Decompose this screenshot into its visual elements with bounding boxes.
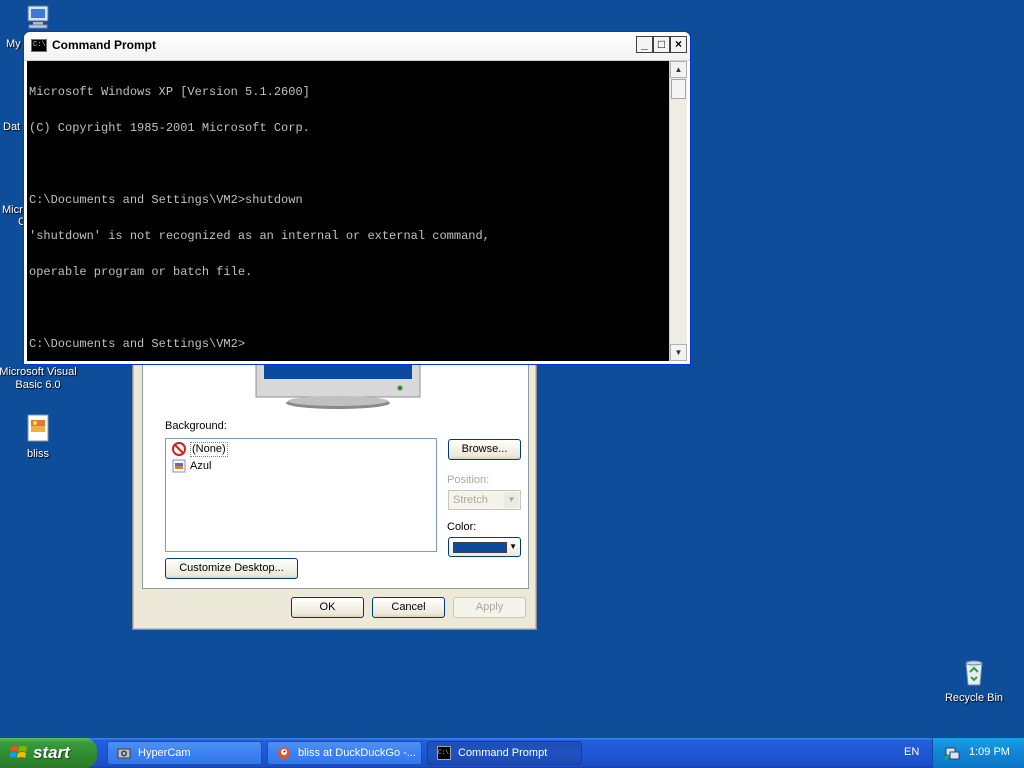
cancel-button[interactable]: Cancel	[372, 597, 445, 618]
desktop-icon-vb6[interactable]: Microsoft Visual Basic 6.0	[0, 366, 78, 392]
desktop[interactable]: My Dat Micro C Microsoft Visual Basic 6.…	[0, 0, 1024, 768]
desktop-icon-recycle-bin[interactable]: Recycle Bin	[934, 656, 1014, 705]
arrow-up-icon: ▲	[674, 65, 683, 74]
windows-logo-icon	[9, 745, 28, 761]
taskbar-item-label: bliss at DuckDuckGo -...	[298, 747, 416, 759]
taskbar: start HyperCam bliss at DuckDuckGo -... …	[0, 738, 1024, 768]
vertical-scrollbar[interactable]: ▲ ▼	[669, 61, 687, 361]
list-item-label: (None)	[190, 441, 228, 457]
language-indicator[interactable]: EN	[904, 746, 919, 758]
console-line: Microsoft Windows XP [Version 5.1.2600]	[29, 85, 310, 99]
start-button[interactable]: start	[0, 738, 97, 768]
console-line: C:\Documents and Settings\VM2>shutdown	[29, 193, 303, 207]
console-line: (C) Copyright 1985-2001 Microsoft Corp.	[29, 121, 310, 135]
minimize-button[interactable]: _	[636, 36, 653, 53]
desktop-icon-label-bliss: bliss	[26, 448, 49, 460]
scroll-down-button[interactable]: ▼	[670, 344, 687, 361]
clock[interactable]: 1:09 PM	[969, 746, 1010, 758]
cmd-icon: C:\	[437, 746, 451, 760]
desktop-icon-label-data: Dat	[3, 121, 21, 133]
console-line: operable program or batch file.	[29, 265, 253, 279]
browse-button[interactable]: Browse...	[448, 439, 521, 460]
console-output[interactable]: Microsoft Windows XP [Version 5.1.2600] …	[27, 61, 669, 361]
monitor-preview	[248, 360, 428, 411]
title-bar[interactable]: C:\ Command Prompt _ □ ×	[24, 32, 690, 61]
taskbar-item-label: HyperCam	[138, 747, 191, 759]
desktop-icon-label-vb6: Microsoft Visual Basic 6.0	[0, 366, 77, 391]
duckduckgo-icon	[277, 746, 291, 760]
maximize-button[interactable]: □	[653, 36, 670, 53]
taskbar-item-command-prompt[interactable]: C:\ Command Prompt	[427, 741, 582, 765]
background-label: Background:	[165, 420, 227, 432]
color-picker-button[interactable]: ▼	[448, 537, 521, 557]
color-swatch	[453, 542, 507, 553]
apply-button[interactable]: Apply	[453, 597, 526, 618]
desktop-icon-label-recycle-bin: Recycle Bin	[944, 692, 1004, 704]
desktop-icon-bliss[interactable]: bliss	[0, 412, 78, 461]
system-tray: 1:09 PM	[932, 738, 1024, 768]
ok-button[interactable]: OK	[291, 597, 364, 618]
close-button[interactable]: ×	[670, 36, 687, 53]
taskbar-item-browser[interactable]: bliss at DuckDuckGo -...	[267, 741, 422, 765]
list-item[interactable]: (None)	[172, 441, 228, 457]
list-item[interactable]: Azul	[172, 458, 211, 474]
window-title: Command Prompt	[52, 38, 157, 52]
display-properties-dialog[interactable]: Background: (None) Azul Browse... Positi…	[133, 340, 536, 629]
arrow-down-icon: ▼	[674, 348, 683, 357]
scroll-up-button[interactable]: ▲	[670, 61, 687, 78]
console-line: C:\Documents and Settings\VM2>	[29, 337, 246, 351]
console-line: 'shutdown' is not recognized as an inter…	[29, 229, 490, 243]
image-file-icon	[22, 412, 54, 444]
recycle-bin-icon	[958, 656, 990, 688]
background-list[interactable]: (None) Azul	[165, 438, 437, 552]
chevron-down-icon: ▼	[509, 542, 517, 551]
desktop-icon-label-my: My	[6, 38, 21, 50]
color-label: Color:	[447, 521, 477, 533]
close-icon: ×	[674, 37, 682, 51]
minimize-icon: _	[641, 37, 648, 51]
hypercam-icon	[117, 746, 131, 760]
chevron-down-icon: ▼	[504, 492, 519, 508]
image-file-icon	[172, 459, 186, 473]
customize-desktop-button[interactable]: Customize Desktop...	[165, 558, 298, 579]
desktop-tab-panel: Background: (None) Azul Browse... Positi…	[142, 341, 529, 589]
position-label: Position:	[447, 474, 490, 486]
taskbar-item-hypercam[interactable]: HyperCam	[107, 741, 262, 765]
position-select-value: Stretch	[453, 494, 488, 506]
command-prompt-window[interactable]: C:\ Command Prompt _ □ × Microsoft Windo…	[23, 31, 691, 365]
computer-icon	[22, 2, 54, 34]
start-label: start	[33, 743, 70, 762]
scroll-thumb[interactable]	[671, 79, 686, 99]
none-icon	[172, 442, 186, 456]
list-item-label: Azul	[190, 460, 212, 472]
maximize-icon: □	[657, 37, 666, 51]
position-select[interactable]: Stretch ▼	[448, 490, 521, 510]
cmd-icon: C:\	[31, 39, 47, 52]
taskbar-item-label: Command Prompt	[458, 747, 548, 759]
network-icon[interactable]	[944, 745, 960, 761]
